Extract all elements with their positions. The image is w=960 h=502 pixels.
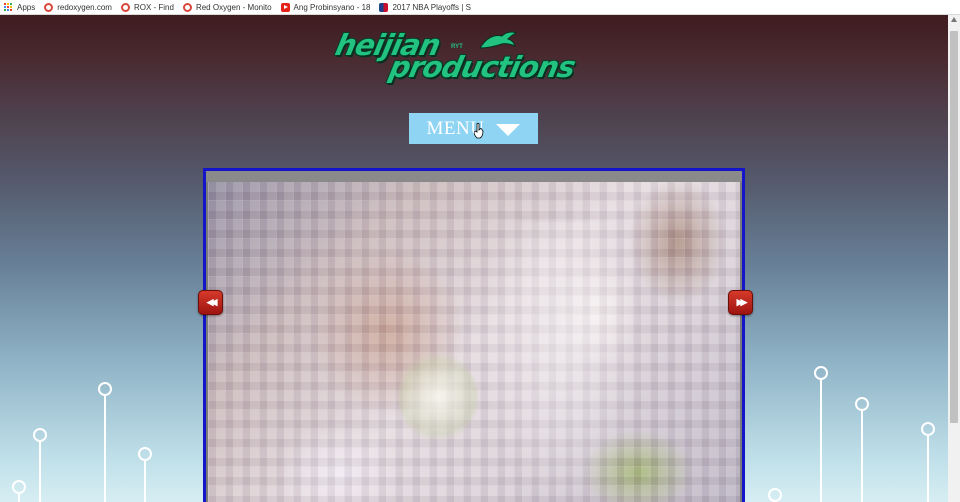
slideshow-top-bar (206, 171, 742, 182)
scroll-up-arrow-icon[interactable] (951, 17, 957, 22)
decor-pin (138, 447, 152, 502)
bookmark-nba-playoffs[interactable]: 2017 NBA Playoffs | S (379, 2, 471, 12)
dragon-icon (479, 31, 518, 49)
slide-photo-mosaic (208, 182, 740, 502)
bookmark-redoxygen[interactable]: redoxygen.com (44, 2, 112, 12)
youtube-icon (280, 2, 290, 12)
mosaic-tiles (208, 182, 740, 502)
bookmark-label: Red Oxygen - Monito (195, 2, 272, 12)
bookmark-ang-probinsyano[interactable]: Ang Probinsyano - 18 (280, 2, 371, 12)
hand-cursor-icon (474, 123, 484, 139)
red-oxygen-icon (182, 2, 192, 12)
bookmark-apps[interactable]: Apps (4, 2, 36, 12)
logo-text-productions: productions (386, 50, 578, 84)
bookmark-label: redoxygen.com (57, 2, 112, 12)
vertical-scrollbar[interactable] (948, 15, 960, 502)
decor-pin (855, 397, 869, 502)
bookmark-rox-find[interactable]: ROX - Find (120, 2, 174, 12)
site-logo[interactable]: heijian RYT productions (330, 28, 615, 88)
decor-pin (33, 428, 47, 502)
rewind-icon: ◀◀ (206, 297, 218, 307)
previous-slide-button[interactable]: ◀◀ (198, 290, 223, 315)
nba-icon (379, 2, 389, 12)
bouquet (398, 352, 478, 442)
decor-pin (98, 382, 112, 502)
bridal-veil (478, 222, 648, 502)
bookmark-red-oxygen-monitor[interactable]: Red Oxygen - Monito (182, 2, 272, 12)
caret-down-icon (496, 123, 521, 136)
decor-pin (921, 422, 935, 502)
decor-pin (814, 366, 828, 502)
photo-slideshow (203, 168, 745, 502)
next-slide-button[interactable]: ▶▶ (728, 290, 753, 315)
red-oxygen-icon (44, 2, 54, 12)
scroll-thumb[interactable] (950, 31, 958, 423)
bookmark-label: Apps (17, 2, 36, 12)
fast-forward-icon: ▶▶ (736, 297, 748, 307)
decor-pin (12, 480, 26, 502)
bookmark-label: ROX - Find (133, 2, 174, 12)
red-oxygen-icon (120, 2, 130, 12)
bookmarks-bar: Apps redoxygen.com ROX - Find Red Oxygen… (0, 0, 960, 15)
bookmark-label: Ang Probinsyano - 18 (293, 2, 371, 12)
bookmark-label: 2017 NBA Playoffs | S (392, 2, 471, 12)
apps-grid-icon (4, 2, 13, 12)
